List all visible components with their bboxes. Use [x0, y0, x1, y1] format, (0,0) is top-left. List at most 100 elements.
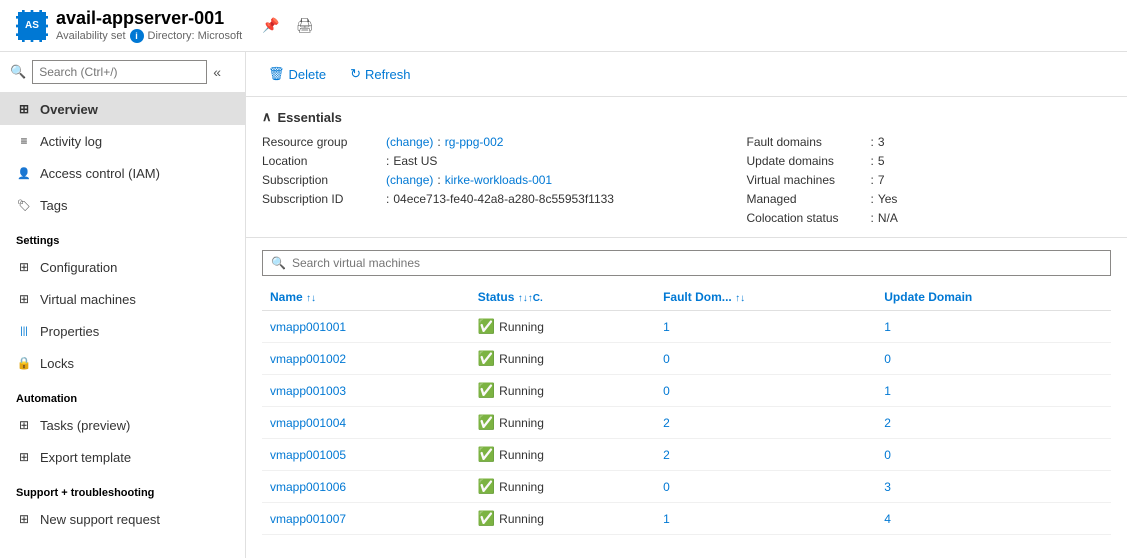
subscription-id-colon: :: [386, 192, 389, 206]
sidebar-item-tags[interactable]: 🏷 Tags: [0, 189, 245, 221]
column-header-name[interactable]: Name ↑↓: [262, 284, 470, 311]
table-row: vmapp001003✅ Running01: [262, 375, 1111, 407]
sidebar-item-properties[interactable]: ||| Properties: [0, 315, 245, 347]
fault-domain-value: 0: [663, 352, 670, 366]
table-row: vmapp001005 ✅ Running 2 0: [262, 439, 1111, 471]
table-row: vmapp001001✅ Running11: [262, 311, 1111, 343]
collapse-sidebar-button[interactable]: «: [213, 64, 221, 80]
sidebar-item-activity-log[interactable]: ≡ Activity log: [0, 125, 245, 157]
column-header-fault-domain[interactable]: Fault Dom... ↑↓: [655, 284, 876, 311]
vm-name-link[interactable]: vmapp001005: [270, 448, 346, 462]
vm-update-domain-cell: 3: [876, 471, 1111, 503]
vm-search-input[interactable]: [292, 256, 1102, 270]
sidebar-item-locks[interactable]: 🔒 Locks: [0, 347, 245, 379]
table-row: vmapp001002 ✅ Running 0 0: [262, 343, 1111, 375]
tags-icon: 🏷: [16, 197, 32, 213]
essentials-row-subscription: Subscription (change) : kirke-workloads-…: [262, 173, 687, 187]
vm-section: 🔍 Name ↑↓ Status ↑↓↑C.: [246, 238, 1127, 558]
sidebar-item-label-tasks: Tasks (preview): [40, 418, 130, 433]
vm-status-cell: ✅ Running: [470, 439, 655, 471]
table-header-row: Name ↑↓ Status ↑↓↑C. Fault Dom... ↑↓: [262, 284, 1111, 311]
vm-name-link[interactable]: vmapp001002: [270, 352, 346, 366]
running-icon: ✅: [478, 382, 495, 399]
vm-name-cell: vmapp001006: [262, 471, 470, 503]
column-header-update-domain[interactable]: Update Domain: [876, 284, 1111, 311]
vm-status-cell: ✅ Running: [470, 343, 655, 375]
vm-update-domain-cell: 0: [876, 439, 1111, 471]
essentials-header[interactable]: ∧ Essentials: [262, 109, 1111, 125]
vm-name-cell: vmapp001003: [262, 375, 470, 407]
vm-name-link[interactable]: vmapp001007: [270, 512, 346, 526]
update-domain-value: 0: [884, 352, 891, 366]
vm-fault-domain-cell: 0: [655, 471, 876, 503]
refresh-button[interactable]: ↻ Refresh: [344, 62, 416, 86]
subtitle-directory: Directory: Microsoft: [148, 30, 243, 42]
sidebar-item-label-locks: Locks: [40, 356, 74, 371]
table-row: vmapp001007 ✅ Running 14: [262, 503, 1111, 535]
vm-status: ✅ Running: [478, 446, 647, 463]
pin-button[interactable]: 📌: [258, 15, 283, 36]
subscription-change-link[interactable]: (change): [386, 173, 433, 187]
essentials-right-col: Fault domains : 3 Update domains : 5 Vir…: [687, 135, 1112, 225]
sidebar-item-new-support-request[interactable]: ⊞ New support request: [0, 503, 245, 535]
vm-name-link[interactable]: vmapp001001: [270, 320, 346, 334]
properties-icon: |||: [16, 323, 32, 339]
running-icon: ✅: [478, 414, 495, 431]
essentials-row-fault-domains: Fault domains : 3: [747, 135, 1112, 149]
sidebar-item-configuration[interactable]: ⊞ Configuration: [0, 251, 245, 283]
essentials-section: ∧ Essentials Resource group (change) : r…: [246, 97, 1127, 238]
essentials-row-managed: Managed : Yes: [747, 192, 1112, 206]
vm-name-link[interactable]: vmapp001006: [270, 480, 346, 494]
vm-fault-domain-cell: 1: [655, 311, 876, 343]
sidebar-item-tasks-preview[interactable]: ⊞ Tasks (preview): [0, 409, 245, 441]
vm-update-domain-cell: 4: [876, 503, 1111, 535]
essentials-label: Essentials: [278, 110, 342, 125]
subscription-value[interactable]: kirke-workloads-001: [445, 173, 552, 187]
vm-name-cell: vmapp001004: [262, 407, 470, 439]
sidebar-item-virtual-machines[interactable]: ⊞ Virtual machines: [0, 283, 245, 315]
vm-name-link[interactable]: vmapp001004: [270, 416, 346, 430]
vm-fault-domain-cell: 1: [655, 503, 876, 535]
header-icons: 📌 🖨: [258, 15, 317, 36]
fault-domain-value: 2: [663, 448, 670, 462]
configuration-icon: ⊞: [16, 259, 32, 275]
resource-title: avail-appserver-001: [56, 8, 242, 29]
subscription-colon: :: [437, 173, 440, 187]
sidebar-item-access-control[interactable]: 👤 Access control (IAM): [0, 157, 245, 189]
resource-subtitle: Availability set i Directory: Microsoft: [56, 29, 242, 43]
rg-value[interactable]: rg-ppg-002: [445, 135, 504, 149]
vm-update-domain-cell: 0: [876, 343, 1111, 375]
fault-sort-icon: ↑↓: [735, 293, 745, 304]
delete-button[interactable]: 🗑 Delete: [262, 62, 332, 86]
fault-domains-label: Fault domains: [747, 135, 867, 149]
vm-fault-domain-cell: 0: [655, 343, 876, 375]
print-button[interactable]: 🖨: [292, 15, 318, 36]
sidebar-item-export-template[interactable]: ⊞ Export template: [0, 441, 245, 473]
app-icon: AS: [16, 10, 48, 42]
sidebar-item-overview[interactable]: ⊞ Overview: [0, 93, 245, 125]
table-row: vmapp001006✅ Running03: [262, 471, 1111, 503]
essentials-row-resource-group: Resource group (change) : rg-ppg-002: [262, 135, 687, 149]
rg-change-link[interactable]: (change): [386, 135, 433, 149]
sidebar-item-label-configuration: Configuration: [40, 260, 117, 275]
table-row: vmapp001004✅ Running22: [262, 407, 1111, 439]
vm-search-icon: 🔍: [271, 256, 286, 270]
vm-name-cell: vmapp001001: [262, 311, 470, 343]
running-icon: ✅: [478, 510, 495, 527]
export-icon: ⊞: [16, 449, 32, 465]
essentials-grid: Resource group (change) : rg-ppg-002 Loc…: [262, 135, 1111, 225]
colocation-value: N/A: [878, 211, 898, 225]
overview-icon: ⊞: [16, 101, 32, 117]
vm-status: ✅ Running: [478, 510, 647, 527]
vm-name-link[interactable]: vmapp001003: [270, 384, 346, 398]
toolbar: 🗑 Delete ↻ Refresh: [246, 52, 1127, 97]
sidebar: 🔍 « ⊞ Overview ≡ Activity log 👤 Access c…: [0, 52, 246, 558]
vm-update-domain-cell: 1: [876, 311, 1111, 343]
essentials-row-colocation-status: Colocation status : N/A: [747, 211, 1112, 225]
update-domain-value: 1: [884, 384, 891, 398]
column-header-status[interactable]: Status ↑↓↑C.: [470, 284, 655, 311]
sidebar-item-label-tags: Tags: [40, 198, 67, 213]
sidebar-item-label-support: New support request: [40, 512, 160, 527]
search-input[interactable]: [32, 60, 207, 84]
vm-update-domain-cell: 2: [876, 407, 1111, 439]
